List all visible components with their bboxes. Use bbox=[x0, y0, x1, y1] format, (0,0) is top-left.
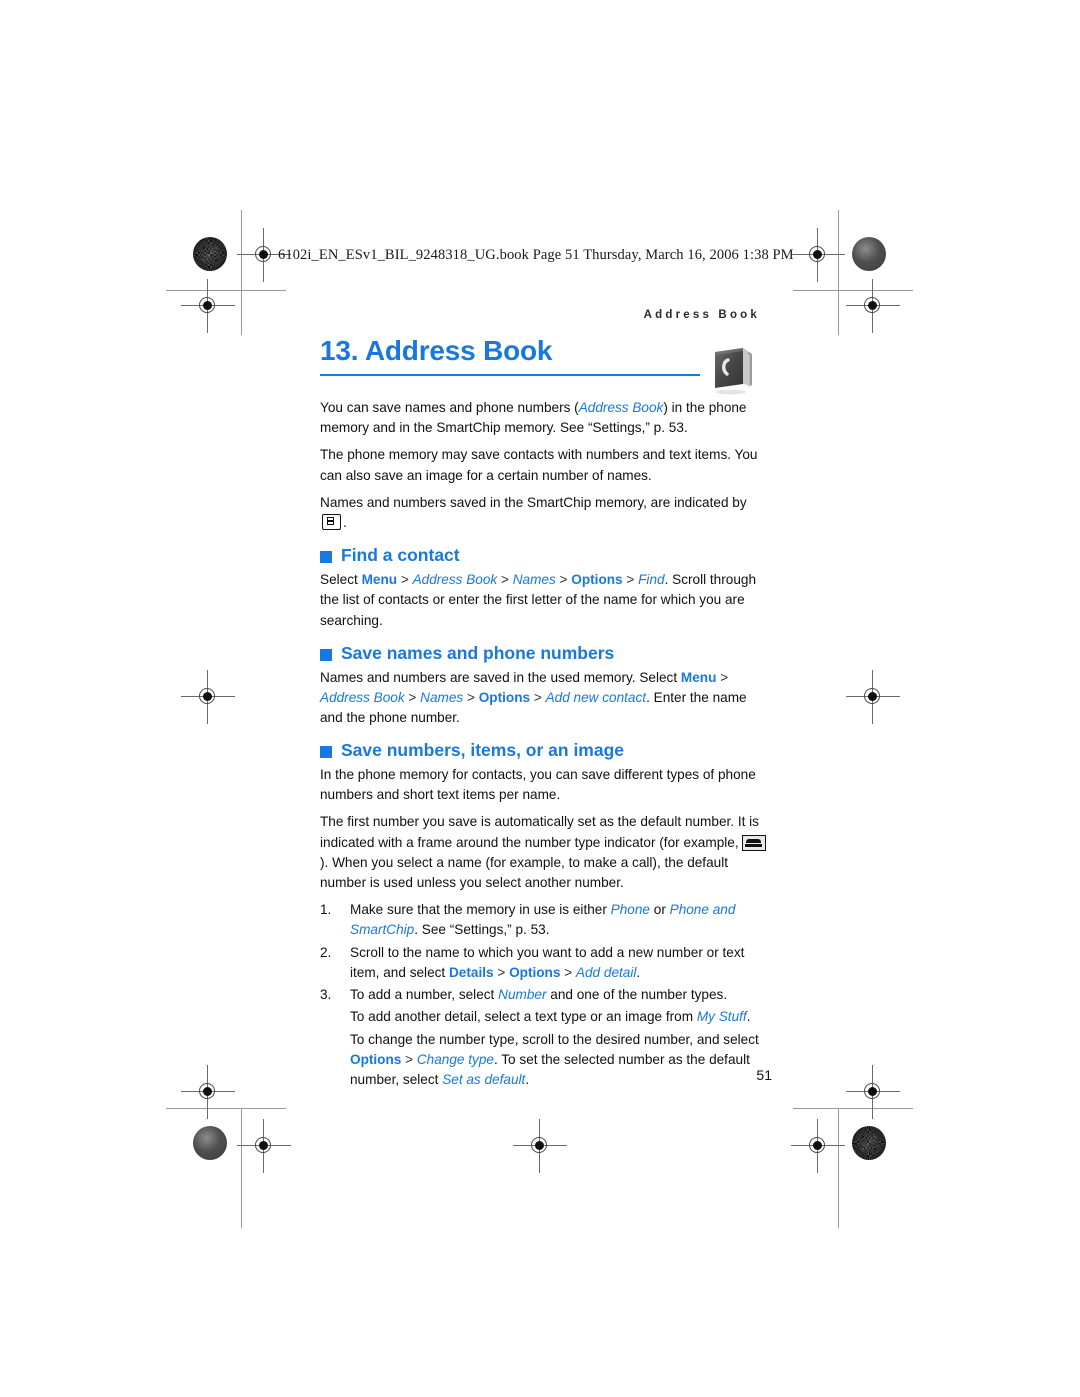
menu-path-options: Options bbox=[571, 572, 623, 588]
menu-path-menu: Menu bbox=[680, 669, 717, 685]
save-names-lead: Names and numbers are saved in the used … bbox=[320, 669, 681, 685]
step3-part-b: and one of the number types. bbox=[546, 987, 728, 1003]
list-item: 2. Scroll to the name to which you want … bbox=[320, 943, 772, 983]
intro-p3-part-a: Names and numbers saved in the SmartChip… bbox=[320, 494, 747, 510]
page-title: 13. Address Book bbox=[320, 335, 712, 367]
chapter-heading: 13. Address Book bbox=[320, 335, 553, 366]
menu-path-options: Options bbox=[478, 689, 531, 705]
step1-value-phone: Phone bbox=[610, 902, 650, 918]
step2-sep-1: > bbox=[493, 964, 510, 980]
section-body-find-a-contact: Select Menu > Address Book > Names > Opt… bbox=[320, 570, 772, 631]
path-sep-2: > bbox=[404, 689, 421, 705]
menu-path-names: Names bbox=[512, 572, 556, 588]
step2-sep-2: > bbox=[560, 964, 576, 980]
intro-paragraph-2: The phone memory may save contacts with … bbox=[320, 447, 758, 483]
step1-part-a: Make sure that the memory in use is eith… bbox=[350, 902, 611, 918]
section-body-save-names: Names and numbers are saved in the used … bbox=[320, 668, 772, 729]
step-text: To add a number, select Number and one o… bbox=[350, 985, 772, 1005]
section-heading-save-names-and-phone-numbers: Save names and phone numbers bbox=[320, 643, 772, 665]
step3-menu-change-type: Change type bbox=[416, 1051, 494, 1067]
smartchip-indicator-icon bbox=[322, 514, 341, 531]
menu-path-address-book: Address Book bbox=[320, 689, 405, 705]
section-heading-label: Find a contact bbox=[341, 545, 460, 566]
path-sep-3: > bbox=[555, 572, 572, 588]
menu-path-names: Names bbox=[420, 689, 464, 705]
step3-p2-part-a: To add another detail, select a text typ… bbox=[350, 1009, 697, 1025]
intro-paragraph-3: Names and numbers saved in the SmartChip… bbox=[320, 493, 772, 533]
step-text-tertiary: To change the number type, scroll to the… bbox=[350, 1030, 772, 1091]
path-sep-2: > bbox=[497, 572, 513, 588]
square-bullet-icon bbox=[320, 746, 332, 759]
step-text: Scroll to the name to which you want to … bbox=[350, 943, 772, 983]
section-body-save-numbers-p1: In the phone memory for contacts, you ca… bbox=[320, 767, 756, 803]
step3-p3-part-a: To change the number type, scroll to the… bbox=[350, 1031, 759, 1047]
list-item: 3. To add a number, select Number and on… bbox=[320, 985, 772, 1090]
step3-part-a: To add a number, select bbox=[350, 987, 499, 1003]
find-lead: Select bbox=[320, 572, 362, 588]
step3-p2-part-b: . bbox=[746, 1009, 751, 1025]
menu-path-menu: Menu bbox=[361, 572, 398, 588]
step1-part-c: . See “Settings,” p. 53. bbox=[414, 922, 550, 938]
step-number: 2. bbox=[320, 944, 332, 960]
path-sep-1: > bbox=[716, 669, 729, 685]
save-numbers-p2-part-b: ). When you select a name (for example, … bbox=[320, 854, 729, 891]
step2-menu-options: Options bbox=[509, 964, 561, 980]
menu-path-address-book: Address Book bbox=[412, 572, 498, 588]
step2-part-d: . bbox=[636, 964, 641, 980]
intro-p3-part-b: . bbox=[343, 515, 347, 531]
manual-page: Address Book 13. Address Book You can sa… bbox=[0, 0, 1080, 1397]
list-item: 1. Make sure that the memory in use is e… bbox=[320, 900, 772, 940]
numbered-steps-list: 1. Make sure that the memory in use is e… bbox=[320, 900, 772, 1090]
body-column: You can save names and phone numbers (Ad… bbox=[320, 398, 772, 1092]
section-heading-save-numbers-items-or-an-image: Save numbers, items, or an image bbox=[320, 740, 772, 762]
square-bullet-icon bbox=[320, 648, 332, 661]
step3-p3-part-d: . bbox=[525, 1071, 530, 1087]
path-sep-3: > bbox=[463, 689, 479, 705]
save-numbers-p2-part-a: The first number you save is automatical… bbox=[320, 814, 759, 850]
intro-p1-emphasis: Address Book bbox=[578, 400, 664, 415]
step2-menu-add-detail: Add detail bbox=[575, 964, 637, 980]
step-text-secondary: To add another detail, select a text typ… bbox=[350, 1007, 772, 1027]
step1-part-b: or bbox=[649, 902, 670, 918]
step-text: Make sure that the memory in use is eith… bbox=[350, 900, 772, 940]
menu-path-add-new-contact: Add new contact bbox=[545, 689, 647, 705]
section-body-save-numbers-p2: The first number you save is automatical… bbox=[320, 812, 772, 893]
path-sep-1: > bbox=[397, 572, 413, 588]
step2-menu-details: Details bbox=[448, 964, 494, 980]
intro-p1-part-a: You can save names and phone numbers ( bbox=[320, 400, 579, 415]
section-heading-label: Save names and phone numbers bbox=[341, 642, 615, 663]
path-sep-4: > bbox=[622, 572, 639, 588]
step3-sep-1: > bbox=[401, 1051, 417, 1067]
page-number: 51 bbox=[756, 1067, 772, 1083]
address-book-icon bbox=[710, 344, 756, 396]
step3-menu-options: Options bbox=[350, 1051, 402, 1067]
step3-menu-set-as-default: Set as default bbox=[442, 1071, 526, 1087]
title-divider bbox=[320, 374, 700, 376]
step3-menu-my-stuff: My Stuff bbox=[696, 1009, 747, 1025]
intro-paragraph-1: You can save names and phone numbers (Ad… bbox=[320, 398, 772, 438]
step3-menu-number: Number bbox=[498, 987, 547, 1003]
step-number: 1. bbox=[320, 902, 332, 918]
default-number-telephone-icon bbox=[742, 834, 767, 851]
section-heading-find-a-contact: Find a contact bbox=[320, 545, 772, 567]
square-bullet-icon bbox=[320, 551, 332, 564]
step-number: 3. bbox=[320, 987, 332, 1003]
menu-path-find: Find bbox=[638, 572, 665, 588]
running-head: Address Book bbox=[643, 309, 760, 321]
section-heading-label: Save numbers, items, or an image bbox=[341, 740, 625, 761]
path-sep-4: > bbox=[530, 689, 546, 705]
